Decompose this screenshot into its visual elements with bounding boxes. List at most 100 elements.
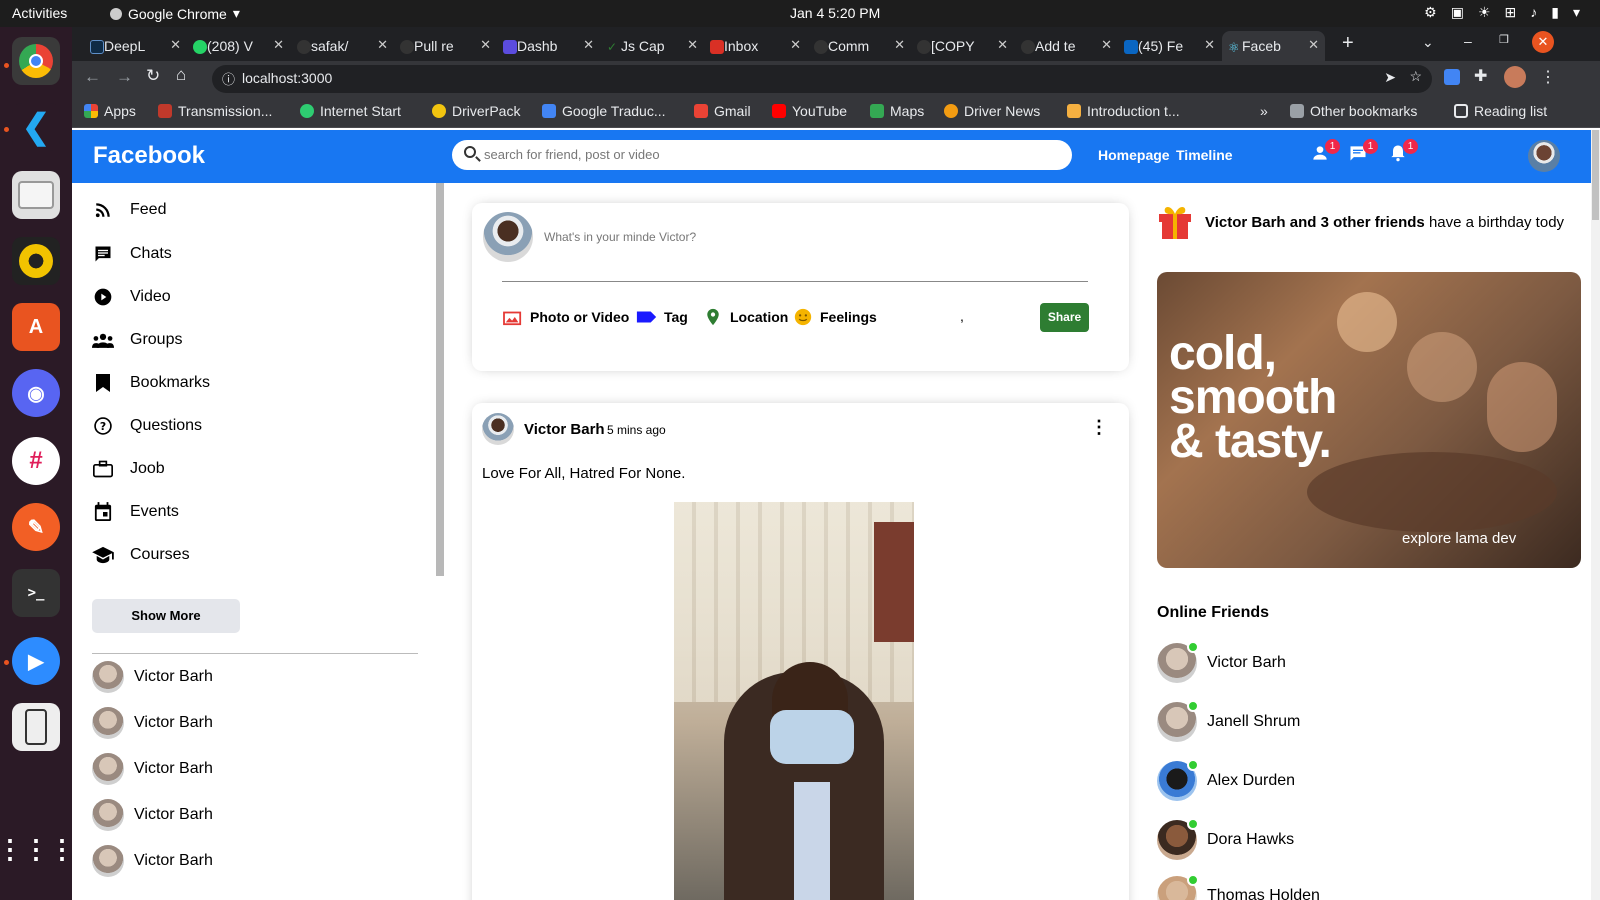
page-scrollbar[interactable] (1591, 130, 1600, 900)
fb-logo[interactable]: Facebook (93, 142, 205, 170)
back-icon[interactable]: ← (84, 67, 101, 87)
tab-copy[interactable]: [COPY ✕ (911, 31, 1014, 61)
minimize-icon[interactable]: – (1464, 33, 1472, 49)
slack-dock-icon[interactable]: # (12, 437, 60, 485)
reading-list[interactable]: Reading list (1454, 103, 1547, 119)
messages-icon[interactable]: 1 (1348, 139, 1378, 165)
chrome-menu-icon[interactable]: ⋮ (1540, 67, 1556, 87)
tag-option[interactable]: Tag (636, 308, 688, 326)
tab-linkedin[interactable]: (45) Fe ✕ (1118, 31, 1221, 61)
tab-facebook[interactable]: ⚛ Faceb ✕ (1222, 31, 1325, 61)
sidebar-item-joob[interactable]: Joob (92, 458, 165, 480)
close-icon[interactable]: ✕ (170, 37, 181, 53)
close-icon[interactable]: ✕ (997, 37, 1008, 53)
show-more-button[interactable]: Show More (92, 599, 240, 633)
tab-add-te[interactable]: Add te ✕ (1015, 31, 1118, 61)
tab-pull-request[interactable]: Pull re ✕ (394, 31, 497, 61)
files-dock-icon[interactable] (12, 171, 60, 219)
online-friend-item[interactable]: Thomas Holden (1157, 874, 1320, 900)
sidebar-item-video[interactable]: Video (92, 286, 171, 308)
more-options-icon[interactable]: ⋮ (1090, 417, 1108, 438)
terminal-dock-icon[interactable]: >_ (12, 569, 60, 617)
avatar[interactable] (482, 413, 514, 445)
post-author[interactable]: Victor Barh (524, 421, 605, 438)
extensions-icon[interactable]: ✚ (1474, 66, 1487, 86)
feelings-option[interactable]: Feelings (792, 308, 877, 326)
ipod-dock-icon[interactable] (12, 703, 60, 751)
share-button[interactable]: Share (1040, 303, 1089, 332)
close-icon[interactable]: ✕ (583, 37, 594, 53)
bookmark-introduction[interactable]: Introduction t... (1067, 103, 1180, 119)
sidebar-item-bookmarks[interactable]: Bookmarks (92, 372, 210, 394)
friend-list-item[interactable]: Victor Barh (92, 707, 213, 739)
profile-avatar[interactable] (1528, 140, 1560, 172)
close-window-icon[interactable]: ✕ (1532, 31, 1554, 53)
friend-requests-icon[interactable]: 1 (1310, 139, 1340, 165)
activities-button[interactable]: Activities (12, 5, 67, 21)
show-apps-icon[interactable]: ⋮⋮⋮ (0, 825, 75, 873)
ad-banner[interactable]: cold, smooth & tasty. explore lama dev (1157, 272, 1581, 568)
home-icon[interactable]: ⌂ (176, 65, 186, 85)
app-menu[interactable]: Google Chrome ▾ (110, 5, 240, 22)
translate-icon[interactable] (1444, 69, 1460, 85)
sidebar-item-feed[interactable]: Feed (92, 199, 166, 221)
other-bookmarks[interactable]: Other bookmarks (1290, 103, 1417, 119)
bookmark-transmission[interactable]: Transmission... (158, 103, 272, 119)
close-icon[interactable]: ✕ (1101, 37, 1112, 53)
friend-list-item[interactable]: Victor Barh (92, 799, 213, 831)
friend-list-item[interactable]: Victor Barh (92, 845, 213, 877)
tab-inbox[interactable]: Inbox ✕ (704, 31, 807, 61)
reload-icon[interactable]: ↻ (146, 66, 160, 86)
chrome-dock-icon[interactable] (12, 37, 60, 85)
bookmark-driverpack[interactable]: DriverPack (432, 103, 520, 119)
search-input[interactable]: search for friend, post or video (452, 140, 1072, 170)
bookmark-internet-start[interactable]: Internet Start (300, 103, 401, 119)
close-icon[interactable]: ✕ (687, 37, 698, 53)
discord-dock-icon[interactable]: ◉ (12, 369, 60, 417)
tab-search-icon[interactable]: ⌄ (1422, 34, 1434, 51)
notifications-icon[interactable]: 1 (1388, 139, 1418, 165)
close-icon[interactable]: ✕ (790, 37, 801, 53)
page-scrollbar-thumb[interactable] (1592, 130, 1599, 220)
new-tab-button[interactable]: + (1342, 32, 1354, 55)
bookmark-youtube[interactable]: YouTube (772, 103, 847, 119)
close-icon[interactable]: ✕ (894, 37, 905, 53)
address-bar[interactable]: ⓘ localhost:3000 ➤ ☆ (212, 65, 1432, 93)
close-icon[interactable]: ✕ (1204, 37, 1215, 53)
friend-list-item[interactable]: Victor Barh (92, 753, 213, 785)
nav-homepage-link[interactable]: Homepage (1098, 147, 1170, 163)
close-icon[interactable]: ✕ (1308, 37, 1319, 53)
online-friend-item[interactable]: Alex Durden (1157, 759, 1295, 801)
post-photo[interactable] (674, 502, 914, 900)
sidebar-item-chats[interactable]: Chats (92, 243, 172, 265)
nav-timeline-link[interactable]: Timeline (1176, 147, 1233, 163)
sidebar-item-courses[interactable]: Courses (92, 544, 190, 566)
star-icon[interactable]: ☆ (1409, 68, 1422, 85)
vscode-dock-icon[interactable]: ❮ (12, 103, 60, 151)
online-friend-item[interactable]: Dora Hawks (1157, 818, 1294, 860)
birthday-names[interactable]: Victor Barh and 3 other friends (1205, 214, 1425, 231)
tab-whatsapp[interactable]: (208) V ✕ (187, 31, 290, 61)
bookmark-driver-news[interactable]: Driver News (944, 103, 1040, 119)
share-input[interactable]: What's in your minde Victor? (544, 230, 696, 244)
sidebar-item-questions[interactable]: ? Questions (92, 415, 202, 437)
tab-dashboard[interactable]: Dashb ✕ (497, 31, 600, 61)
bookmark-gmail[interactable]: Gmail (694, 103, 751, 119)
bookmark-google-translate[interactable]: Google Traduc... (542, 103, 666, 119)
location-option[interactable]: Location (702, 308, 788, 326)
friend-list-item[interactable]: Victor Barh (92, 661, 213, 693)
bookmarks-overflow[interactable]: » (1260, 103, 1268, 119)
tab-github-safak[interactable]: safak/ ✕ (291, 31, 394, 61)
forward-icon[interactable]: → (116, 67, 133, 87)
restore-icon[interactable]: ❐ (1499, 33, 1509, 46)
online-friend-item[interactable]: Janell Shrum (1157, 700, 1300, 742)
tab-comm[interactable]: Comm ✕ (808, 31, 911, 61)
sidebar-item-events[interactable]: Events (92, 501, 179, 523)
tab-deepl[interactable]: DeepL ✕ (84, 31, 187, 61)
close-icon[interactable]: ✕ (273, 37, 284, 53)
bookmark-apps[interactable]: Apps (84, 103, 136, 119)
photo-video-option[interactable]: Photo or Video (502, 308, 629, 326)
system-tray[interactable]: ⚙ ▣ ☀ ⊞ ♪ ▮ ▾ (1424, 4, 1580, 21)
online-friend-item[interactable]: Victor Barh (1157, 641, 1286, 683)
rhythmbox-dock-icon[interactable] (12, 237, 60, 285)
